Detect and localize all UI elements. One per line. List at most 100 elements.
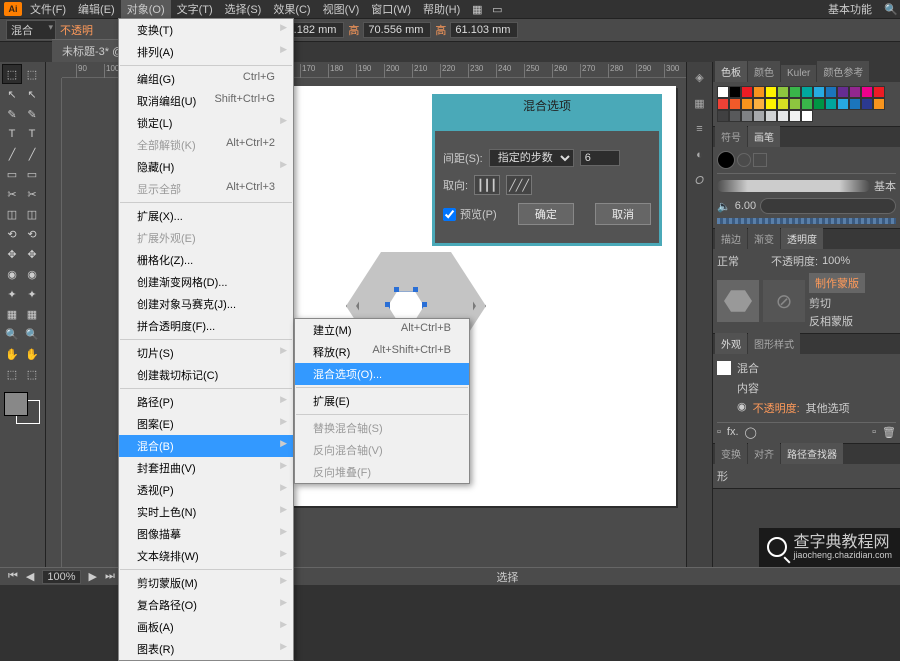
panel-tab[interactable]: 路径查找器 [781, 443, 843, 464]
panel-tab[interactable]: 画笔 [748, 126, 780, 147]
tool-3-0[interactable]: T [2, 124, 22, 144]
swatch[interactable] [717, 86, 729, 98]
menu-item[interactable]: 混合选项(O)... [295, 363, 469, 385]
layers-dock-icon[interactable]: ◈ [689, 66, 711, 88]
swatch[interactable] [777, 110, 789, 122]
menu-item[interactable]: 图表(R)▶ [119, 638, 293, 660]
brush-circle-icon[interactable] [737, 153, 751, 167]
menu-效果c[interactable]: 效果(C) [267, 0, 316, 19]
panel-tab[interactable]: 色板 [715, 61, 747, 82]
swatch[interactable] [777, 86, 789, 98]
tool-4-0[interactable]: ╱ [2, 144, 22, 164]
menu-item[interactable]: 取消编组(U)Shift+Ctrl+G [119, 90, 293, 112]
swatch[interactable] [789, 98, 801, 110]
menu-对象o[interactable]: 对象(O) [121, 0, 171, 19]
panel-tab[interactable]: 描边 [715, 228, 747, 249]
swatch[interactable] [801, 110, 813, 122]
tool-12-1[interactable]: ▦ [22, 304, 42, 324]
prev-artboard-icon[interactable]: ◀ [26, 570, 34, 583]
swatch[interactable] [861, 98, 873, 110]
swatch[interactable] [741, 110, 753, 122]
swatch[interactable] [837, 98, 849, 110]
menu-item[interactable]: 图案(E)▶ [119, 413, 293, 435]
tool-7-1[interactable]: ◫ [22, 204, 42, 224]
tool-6-1[interactable]: ✂ [22, 184, 42, 204]
swatch[interactable] [729, 110, 741, 122]
brush-dot-icon[interactable] [717, 151, 735, 169]
menu-item[interactable]: 剪切蒙版(M)▶ [119, 572, 293, 594]
tool-1-1[interactable]: ↖ [22, 84, 42, 104]
tool-7-0[interactable]: ◫ [2, 204, 22, 224]
panel-tab[interactable]: 外观 [715, 333, 747, 354]
cancel-button[interactable]: 取消 [595, 203, 651, 225]
tool-8-1[interactable]: ⟲ [22, 224, 42, 244]
next-artboard-icon[interactable]: ▶ [89, 570, 97, 583]
tool-9-0[interactable]: ✥ [2, 244, 22, 264]
swatch[interactable] [789, 110, 801, 122]
libraries-dock-icon[interactable]: ≡ [689, 118, 711, 140]
swatch[interactable] [825, 98, 837, 110]
swatch[interactable] [789, 86, 801, 98]
menu-文件f[interactable]: 文件(F) [24, 0, 72, 19]
menu-item[interactable]: 建立(M)Alt+Ctrl+B [295, 319, 469, 341]
make-mask-button[interactable]: 制作蒙版 [809, 273, 865, 293]
h-field-b[interactable]: 61.103 mm [450, 22, 518, 38]
tool-2-0[interactable]: ✎ [2, 104, 22, 124]
swatch[interactable] [801, 98, 813, 110]
menu-item[interactable]: 画板(A)▶ [119, 616, 293, 638]
swatch[interactable] [801, 86, 813, 98]
tool-0-0[interactable]: ⬚ [2, 64, 22, 84]
panel-tab[interactable]: 图形样式 [748, 333, 800, 354]
fill-stroke-swatch[interactable] [2, 390, 42, 426]
tool-4-1[interactable]: ╱ [22, 144, 42, 164]
swatch[interactable] [753, 86, 765, 98]
swatch[interactable] [813, 98, 825, 110]
menu-item[interactable]: 编组(G)Ctrl+G [119, 68, 293, 90]
zoom-field[interactable]: 100% [42, 570, 80, 584]
menu-文字t[interactable]: 文字(T) [171, 0, 219, 19]
preview-checkbox[interactable]: 预览(P) [443, 206, 497, 222]
appearance-trash-icon[interactable]: 🗑 [882, 426, 896, 439]
menu-item[interactable]: 混合(B)▶ [119, 435, 293, 457]
artboards-dock-icon[interactable]: ▦ [689, 92, 711, 114]
menu-item[interactable]: 变换(T)▶ [119, 19, 293, 41]
swatch[interactable] [813, 86, 825, 98]
swatch[interactable] [741, 98, 753, 110]
tool-10-1[interactable]: ◉ [22, 264, 42, 284]
menu-item[interactable]: 透视(P)▶ [119, 479, 293, 501]
panel-tab[interactable]: 变换 [715, 443, 747, 464]
ok-button[interactable]: 确定 [518, 203, 574, 225]
menu-视图v[interactable]: 视图(V) [317, 0, 366, 19]
swatch[interactable] [873, 86, 885, 98]
h-field-a[interactable]: 70.556 mm [363, 22, 431, 38]
menu-item[interactable]: 图像描摹▶ [119, 523, 293, 545]
orient-align-path-button[interactable]: ╱╱╱ [506, 175, 532, 195]
opacity-value-select[interactable]: 100% [822, 255, 866, 267]
swatch[interactable] [765, 98, 777, 110]
tool-2-1[interactable]: ✎ [22, 104, 42, 124]
swatch[interactable] [717, 98, 729, 110]
menu-item[interactable]: 实时上色(N)▶ [119, 501, 293, 523]
arrange-icon[interactable]: ▭ [490, 2, 504, 16]
type-dock-icon[interactable]: 𝑂 [689, 170, 711, 192]
menu-选择s[interactable]: 选择(S) [219, 0, 268, 19]
menu-item[interactable]: 封套扭曲(V)▶ [119, 457, 293, 479]
invert-mask-checkbox[interactable]: 反相蒙版 [809, 313, 865, 329]
menu-item[interactable]: 扩展(X)... [119, 205, 293, 227]
orient-align-page-button[interactable]: ┃┃┃ [474, 175, 500, 195]
swatch[interactable] [849, 86, 861, 98]
menu-item[interactable]: 排列(A)▶ [119, 41, 293, 63]
panel-tab[interactable]: Kuler [781, 65, 816, 82]
first-artboard-icon[interactable]: ⏮ [8, 570, 18, 583]
menu-item[interactable]: 隐藏(H)▶ [119, 156, 293, 178]
tool-11-1[interactable]: ✦ [22, 284, 42, 304]
appearance-dup-icon[interactable]: ▫ [872, 426, 876, 439]
swatch[interactable] [849, 98, 861, 110]
appearance-new-icon[interactable]: ▫ [717, 426, 721, 439]
bridge-icon[interactable]: ▦ [470, 2, 484, 16]
brush-size-value[interactable]: 6.00 [735, 200, 756, 212]
menu-item[interactable]: 拼合透明度(F)... [119, 315, 293, 337]
workspace-name[interactable]: 基本功能 [828, 1, 872, 17]
swatch[interactable] [729, 86, 741, 98]
swatch[interactable] [837, 86, 849, 98]
